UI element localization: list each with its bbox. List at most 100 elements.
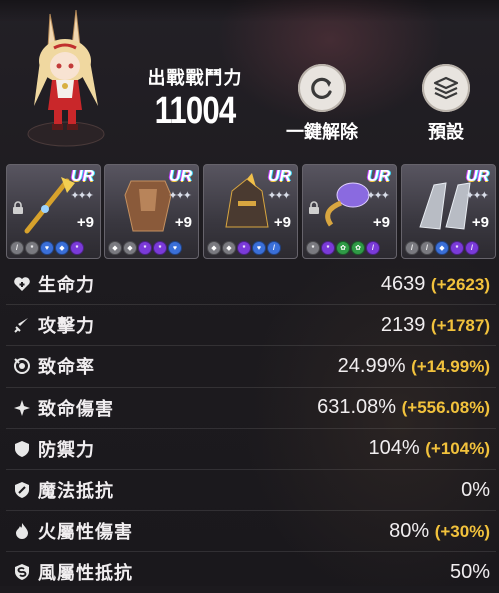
- equipment-slot-accessory[interactable]: UR ✦✦✦ +9 * * ✿ ✿ /: [302, 164, 397, 259]
- rune-burst-icon: *: [138, 241, 152, 255]
- stat-base-value: 2139: [380, 313, 426, 336]
- stat-base-value: 0%: [461, 478, 490, 501]
- rune-shield-icon: ◆: [55, 241, 69, 255]
- lock-icon: [309, 201, 319, 214]
- character-portrait[interactable]: [20, 6, 112, 156]
- rarity-badge: UR: [267, 168, 291, 185]
- stat-value: 0%: [461, 479, 490, 502]
- equipment-slot-armor[interactable]: UR ✦✦✦ +9 ◆ ◆ * * ♥: [104, 164, 199, 259]
- star-rating: ✦✦✦: [465, 190, 489, 202]
- stat-bonus: (+14.99%): [411, 356, 490, 376]
- stat-bonus: (+30%): [434, 521, 490, 541]
- rune-burst-icon: *: [25, 241, 39, 255]
- stat-bonus: (+2623): [430, 274, 490, 294]
- rune-shield-icon: ◆: [108, 241, 122, 255]
- critical-rate-icon: [12, 356, 32, 376]
- stat-row-fire-damage: 火屬性傷害 80% (+30%): [6, 511, 496, 553]
- rune-burst-icon: *: [153, 241, 167, 255]
- sword-icon: [12, 315, 32, 335]
- stat-bonus: (+1787): [430, 315, 490, 335]
- combat-power-label: 出戰戰鬥力: [147, 68, 243, 88]
- stat-row-hp: 生命力 4639 (+2623): [6, 264, 496, 306]
- stat-name: 防禦力: [38, 439, 95, 460]
- enhance-level: +9: [372, 214, 390, 231]
- rune-shield-icon: ◆: [207, 241, 221, 255]
- stat-name: 魔法抵抗: [38, 481, 114, 502]
- stat-name: 攻擊力: [38, 316, 95, 337]
- rune-sword-icon: /: [366, 241, 380, 255]
- refresh-icon: [298, 64, 346, 112]
- rune-burst-icon: *: [306, 241, 320, 255]
- layers-icon: [422, 64, 470, 112]
- lock-icon: [13, 201, 23, 214]
- stat-value: 4639 (+2623): [381, 273, 490, 296]
- stat-value: 104% (+104%): [369, 437, 490, 460]
- magic-shield-icon: [12, 480, 32, 500]
- shield-icon: [12, 439, 32, 459]
- rune-burst-icon: *: [450, 241, 464, 255]
- stats-list: 生命力 4639 (+2623) 攻擊力 2139 (+1787) 致命率 24…: [6, 264, 496, 593]
- stat-name: 致命傷害: [38, 398, 114, 419]
- equipment-row: UR ✦✦✦ +9 / * ♥ ◆ * UR ✦✦✦ +9 ◆ ◆ * * ♥: [6, 164, 498, 259]
- equipment-slot-gloves[interactable]: UR ✦✦✦ +9 / / ◆ * /: [401, 164, 496, 259]
- rune-burst-icon: *: [237, 241, 251, 255]
- unequip-all-label: 一鍵解除: [286, 122, 358, 142]
- rarity-badge: UR: [465, 168, 489, 185]
- stat-base-value: 631.08%: [317, 396, 397, 419]
- stat-row-magic-resist: 魔法抵抗 0%: [6, 470, 496, 512]
- rune-sword-icon: /: [405, 241, 419, 255]
- stat-name: 風屬性抵抗: [38, 563, 133, 584]
- rune-heart-icon: ♥: [40, 241, 54, 255]
- rarity-badge: UR: [168, 168, 192, 185]
- wind-shield-icon: [12, 562, 32, 582]
- rune-sword-icon: /: [267, 241, 281, 255]
- stat-base-value: 50%: [449, 560, 490, 583]
- stat-bonus: (+556.08%): [401, 398, 490, 418]
- stat-base-value: 4639: [380, 272, 426, 295]
- rune-slots: ◆ ◆ * ♥ /: [207, 241, 281, 255]
- enhance-level: +9: [471, 214, 489, 231]
- rune-shield-icon: ◆: [222, 241, 236, 255]
- star-rating: ✦✦✦: [70, 190, 94, 202]
- rune-heart-icon: ♥: [252, 241, 266, 255]
- stat-value: 80% (+30%): [389, 520, 490, 543]
- rune-leaf-icon: ✿: [336, 241, 350, 255]
- stat-name: 火屬性傷害: [38, 522, 133, 543]
- enhance-level: +9: [174, 214, 192, 231]
- stat-value: 24.99% (+14.99%): [338, 355, 490, 378]
- stat-base-value: 24.99%: [337, 354, 406, 377]
- critical-damage-icon: [12, 398, 32, 418]
- rune-burst-icon: *: [70, 241, 84, 255]
- rune-leaf-icon: ✿: [351, 241, 365, 255]
- star-rating: ✦✦✦: [267, 190, 291, 202]
- stat-value: 2139 (+1787): [381, 314, 490, 337]
- rune-slots: * * ✿ ✿ /: [306, 241, 380, 255]
- rune-burst-icon: *: [321, 241, 335, 255]
- stat-value: 631.08% (+556.08%): [317, 396, 490, 419]
- rune-shield-icon: ◆: [435, 241, 449, 255]
- rune-sword-icon: /: [420, 241, 434, 255]
- preset-button[interactable]: 預設: [410, 64, 482, 144]
- rune-slots: ◆ ◆ * * ♥: [108, 241, 182, 255]
- rarity-badge: UR: [70, 168, 94, 185]
- stat-row-defense: 防禦力 104% (+104%): [6, 429, 496, 470]
- rune-slots: / * ♥ ◆ *: [10, 241, 84, 255]
- stat-name: 致命率: [38, 357, 95, 378]
- enhance-level: +9: [273, 214, 291, 231]
- stat-row-crit-damage: 致命傷害 631.08% (+556.08%): [6, 388, 496, 429]
- stat-name: 生命力: [38, 275, 95, 296]
- stat-row-wind-resist: 風屬性抵抗 50%: [6, 552, 496, 592]
- equipment-slot-helmet[interactable]: UR ✦✦✦ +9 ◆ ◆ * ♥ /: [203, 164, 298, 259]
- rune-heart-icon: ♥: [168, 241, 182, 255]
- stat-base-value: 80%: [389, 519, 430, 542]
- stat-row-crit-rate: 致命率 24.99% (+14.99%): [6, 346, 496, 388]
- rarity-badge: UR: [366, 168, 390, 185]
- unequip-all-button[interactable]: 一鍵解除: [282, 64, 362, 144]
- equipment-slot-weapon[interactable]: UR ✦✦✦ +9 / * ♥ ◆ *: [6, 164, 101, 259]
- preset-label: 預設: [428, 122, 464, 142]
- rune-sword-icon: /: [465, 241, 479, 255]
- rune-sword-icon: /: [10, 241, 24, 255]
- star-rating: ✦✦✦: [366, 190, 390, 202]
- rune-slots: / / ◆ * /: [405, 241, 479, 255]
- stat-base-value: 104%: [368, 437, 420, 460]
